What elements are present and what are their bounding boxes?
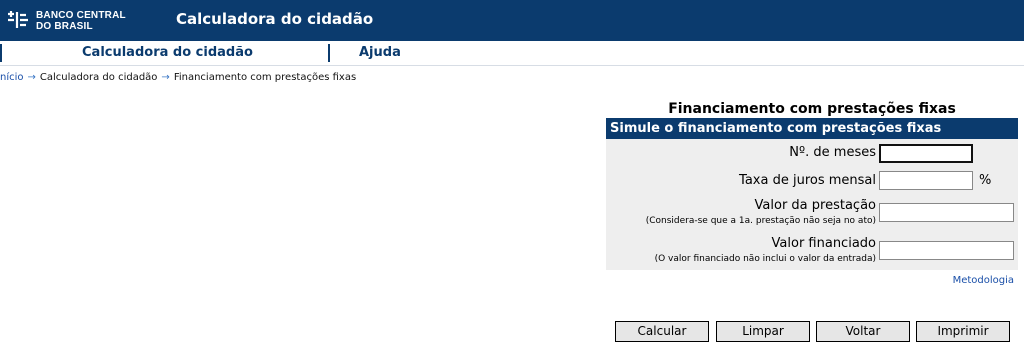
financed-amount-hint: (O valor financiado não inclui o valor d… xyxy=(654,254,876,264)
page-title: Financiamento com prestações fixas xyxy=(668,101,956,117)
logo-text: BANCO CENTRAL DO BRASIL xyxy=(36,10,126,32)
interest-rate-input[interactable] xyxy=(879,171,973,190)
imprimir-button[interactable]: Imprimir xyxy=(916,321,1010,342)
nav-divider xyxy=(0,44,2,62)
calcular-button[interactable]: Calcular xyxy=(615,321,709,342)
main-nav: Calculadora do cidadão Ajuda xyxy=(0,41,1024,66)
nav-item-calculadora[interactable]: Calculadora do cidadão xyxy=(82,45,253,60)
app-title: Calculadora do cidadão xyxy=(176,10,374,28)
financed-amount-input[interactable] xyxy=(879,241,1014,260)
installment-label: Valor da prestação xyxy=(754,198,876,213)
months-input[interactable] xyxy=(879,144,973,163)
financed-amount-label: Valor financiado xyxy=(771,236,876,251)
logo-line2: DO BRASIL xyxy=(36,21,93,32)
breadcrumb-calculadora-link[interactable]: Calculadora do cidadão xyxy=(40,72,158,83)
methodology-link[interactable]: Metodologia xyxy=(953,275,1014,286)
breadcrumb: nício → Calculadora do cidadão → Financiamen… xyxy=(0,72,356,83)
calculator-panel: Simule o financiamento com prestações fi… xyxy=(606,118,1018,270)
bcb-logo-icon xyxy=(8,11,28,28)
top-header-bar: BANCO CENTRAL DO BRASIL Calculadora do c… xyxy=(0,0,1024,41)
interest-rate-label: Taxa de juros mensal xyxy=(739,173,876,188)
breadcrumb-arrow-icon: → xyxy=(161,72,170,83)
logo-line1: BANCO CENTRAL xyxy=(36,10,126,21)
installment-input[interactable] xyxy=(879,203,1014,222)
banco-central-logo[interactable]: BANCO CENTRAL DO BRASIL xyxy=(6,8,126,34)
nav-item-ajuda[interactable]: Ajuda xyxy=(359,45,401,60)
voltar-button[interactable]: Voltar xyxy=(816,321,910,342)
limpar-button[interactable]: Limpar xyxy=(716,321,810,342)
nav-divider xyxy=(328,44,330,62)
months-label: Nº. de meses xyxy=(789,145,876,160)
breadcrumb-current: Financiamento com prestações fixas xyxy=(173,72,357,83)
breadcrumb-home-link[interactable]: nício xyxy=(0,72,24,83)
panel-header: Simule o financiamento com prestações fi… xyxy=(606,118,1018,139)
percent-unit: % xyxy=(979,173,992,188)
breadcrumb-arrow-icon: → xyxy=(27,72,36,83)
installment-hint: (Considera-se que a 1a. prestação não se… xyxy=(645,216,876,226)
